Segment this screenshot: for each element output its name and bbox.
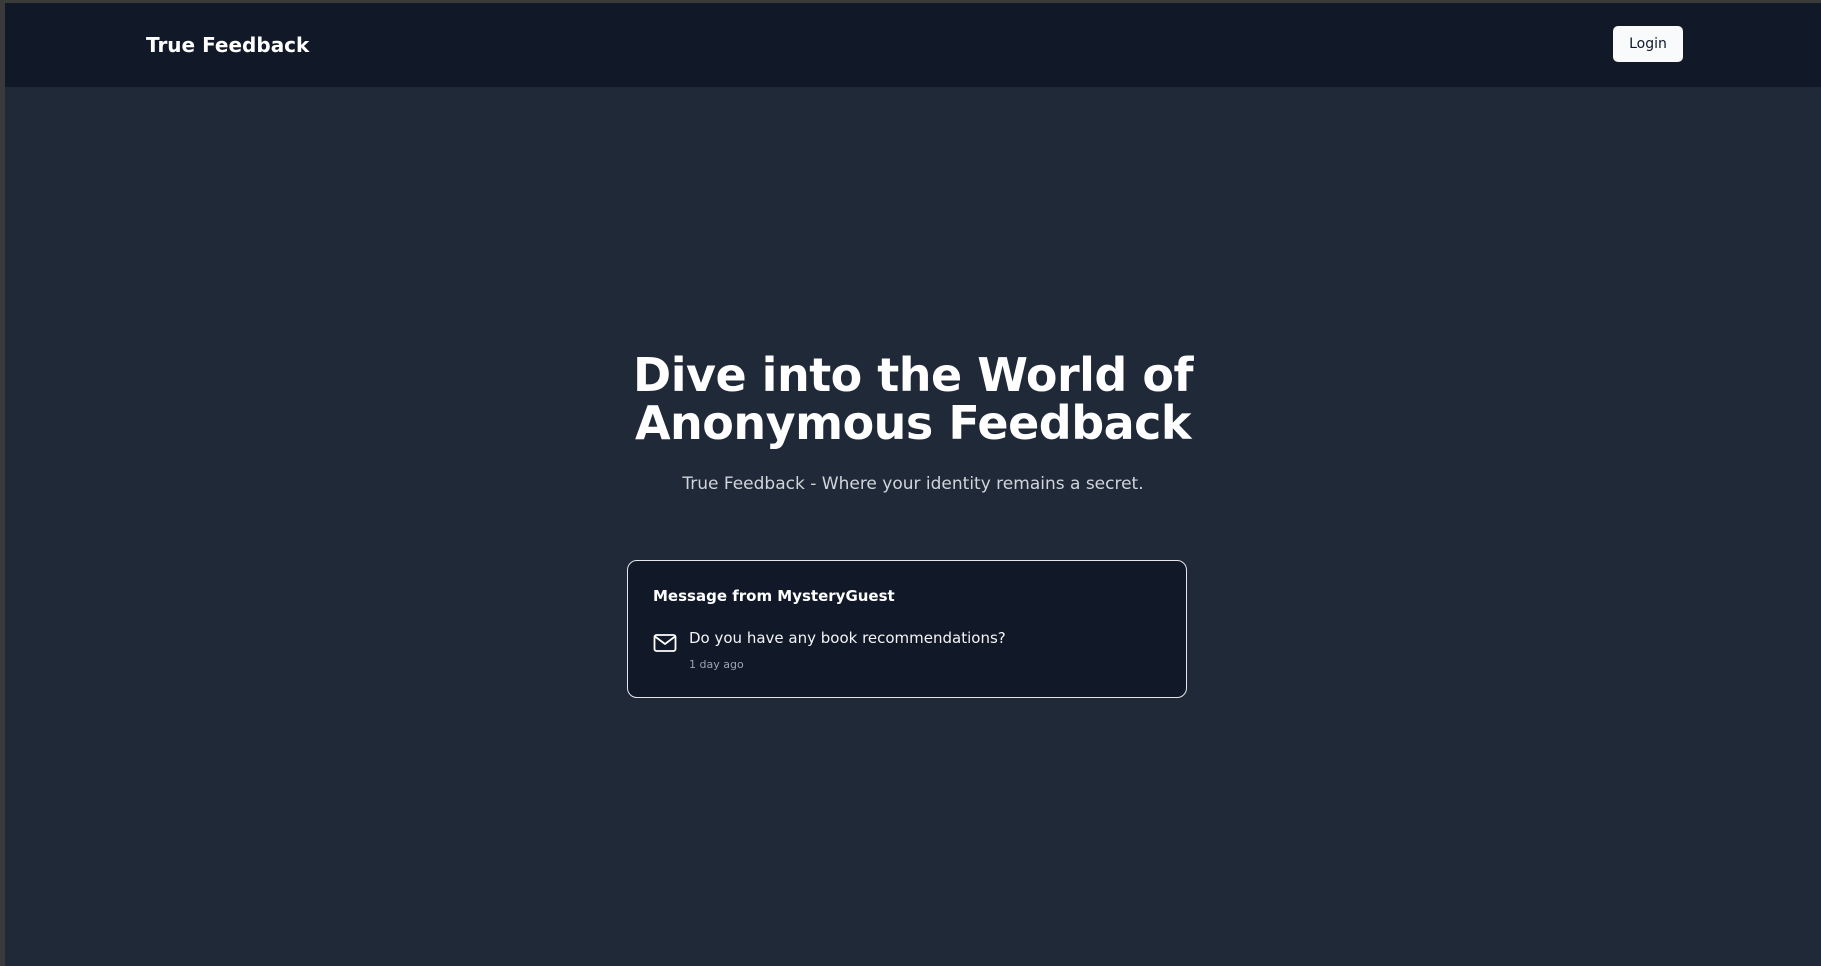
- message-timestamp: 1 day ago: [689, 658, 744, 671]
- hero-subtitle: True Feedback - Where your identity rema…: [682, 474, 1144, 494]
- brand-logo-link[interactable]: True Feedback: [146, 33, 309, 57]
- hero-title-line-1: Dive into the World of: [633, 348, 1193, 402]
- message-card: Message from MysteryGuest Do you have an…: [627, 560, 1187, 698]
- app-window: True Feedback Login Dive into the World …: [5, 3, 1821, 966]
- hero-title: Dive into the World of Anonymous Feedbac…: [5, 351, 1821, 447]
- login-button[interactable]: Login: [1613, 26, 1683, 62]
- top-navbar: True Feedback Login: [5, 3, 1821, 87]
- mail-icon: [653, 634, 677, 652]
- hero-title-line-2: Anonymous Feedback: [634, 396, 1192, 450]
- message-card-title: Message from MysteryGuest: [653, 587, 895, 605]
- message-content: Do you have any book recommendations?: [689, 629, 1006, 647]
